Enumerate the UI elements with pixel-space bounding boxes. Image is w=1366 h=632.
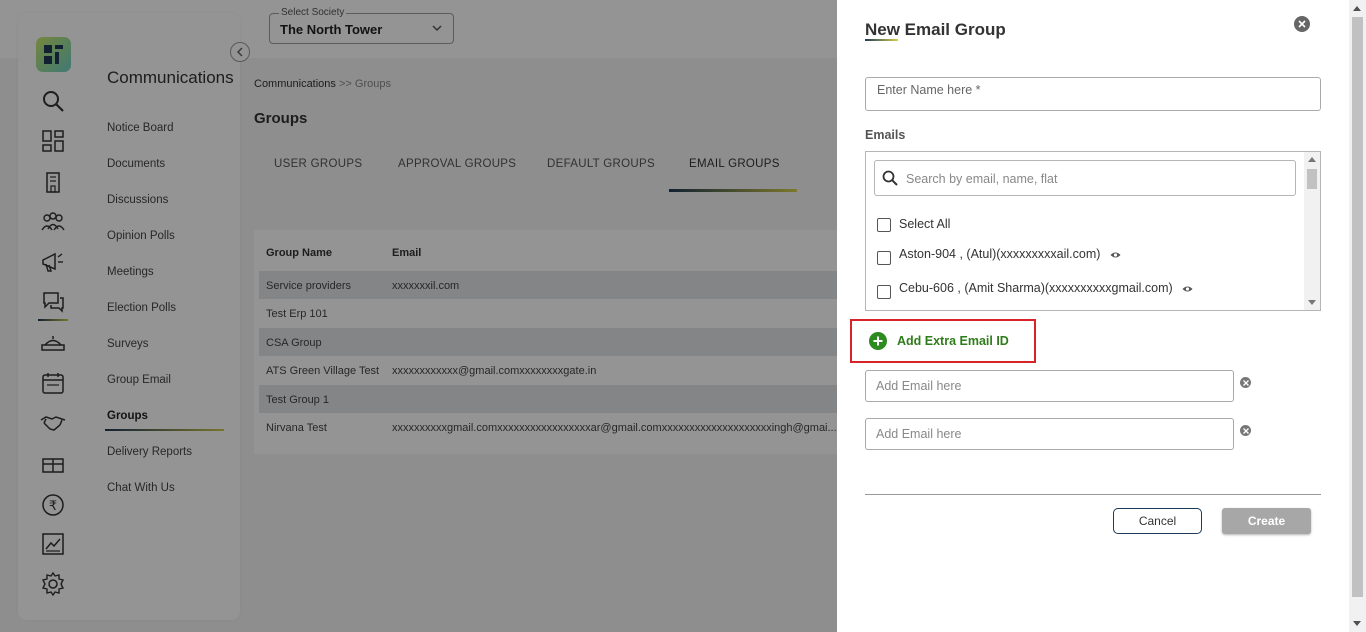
member-label: Aston-904 , (Atul)(xxxxxxxxxail.com) bbox=[899, 247, 1101, 261]
eye-icon[interactable] bbox=[1110, 251, 1121, 259]
cancel-button[interactable]: Cancel bbox=[1113, 508, 1202, 534]
new-email-group-drawer: New Email Group Enter Name here * Emails… bbox=[837, 0, 1349, 632]
extra-email-placeholder: Add Email here bbox=[876, 379, 962, 393]
scroll-up-icon[interactable] bbox=[1353, 6, 1361, 11]
select-all-label[interactable]: Select All bbox=[899, 217, 950, 231]
close-icon bbox=[1242, 379, 1249, 386]
close-icon bbox=[1298, 20, 1306, 28]
member-checkbox[interactable] bbox=[877, 285, 891, 299]
footer-divider bbox=[865, 494, 1321, 495]
title-underline bbox=[865, 39, 898, 41]
member-item[interactable]: Aston-904 , (Atul)(xxxxxxxxxail.com) bbox=[899, 247, 1121, 261]
select-all-checkbox[interactable] bbox=[877, 218, 891, 232]
extra-email-placeholder: Add Email here bbox=[876, 427, 962, 441]
scroll-down-icon[interactable] bbox=[1353, 621, 1361, 626]
extra-email-input[interactable]: Add Email here bbox=[865, 418, 1234, 450]
scroll-thumb[interactable] bbox=[1307, 169, 1317, 189]
eye-icon[interactable] bbox=[1182, 285, 1193, 293]
plus-circle-icon bbox=[869, 332, 887, 350]
member-label: Cebu-606 , (Amit Sharma)(xxxxxxxxxxgmail… bbox=[899, 281, 1173, 295]
search-icon bbox=[882, 170, 898, 186]
close-icon bbox=[1242, 427, 1249, 434]
remove-email-button[interactable] bbox=[1240, 377, 1251, 388]
emails-list-box: Search by email, name, flat Select All A… bbox=[865, 151, 1321, 311]
member-checkbox[interactable] bbox=[877, 251, 891, 265]
group-name-input[interactable]: Enter Name here * bbox=[865, 77, 1321, 111]
member-item[interactable]: Cebu-606 , (Amit Sharma)(xxxxxxxxxxgmail… bbox=[899, 281, 1193, 295]
email-search-placeholder: Search by email, name, flat bbox=[906, 172, 1058, 186]
emails-label: Emails bbox=[865, 128, 906, 142]
email-search-input[interactable]: Search by email, name, flat bbox=[874, 160, 1296, 196]
scroll-thumb[interactable] bbox=[1352, 17, 1363, 597]
drawer-title: New Email Group bbox=[865, 20, 1006, 39]
add-extra-email-button[interactable]: Add Extra Email ID bbox=[850, 319, 1036, 363]
page-scrollbar[interactable] bbox=[1349, 0, 1366, 632]
group-name-placeholder: Enter Name here * bbox=[877, 83, 981, 97]
emails-list-scrollbar[interactable] bbox=[1304, 152, 1320, 310]
scroll-down-icon[interactable] bbox=[1308, 300, 1316, 305]
create-button[interactable]: Create bbox=[1222, 508, 1311, 534]
extra-email-input[interactable]: Add Email here bbox=[865, 370, 1234, 402]
scroll-up-icon[interactable] bbox=[1308, 157, 1316, 162]
remove-email-button[interactable] bbox=[1240, 425, 1251, 436]
add-extra-email-label: Add Extra Email ID bbox=[897, 334, 1009, 348]
close-button[interactable] bbox=[1294, 16, 1310, 32]
